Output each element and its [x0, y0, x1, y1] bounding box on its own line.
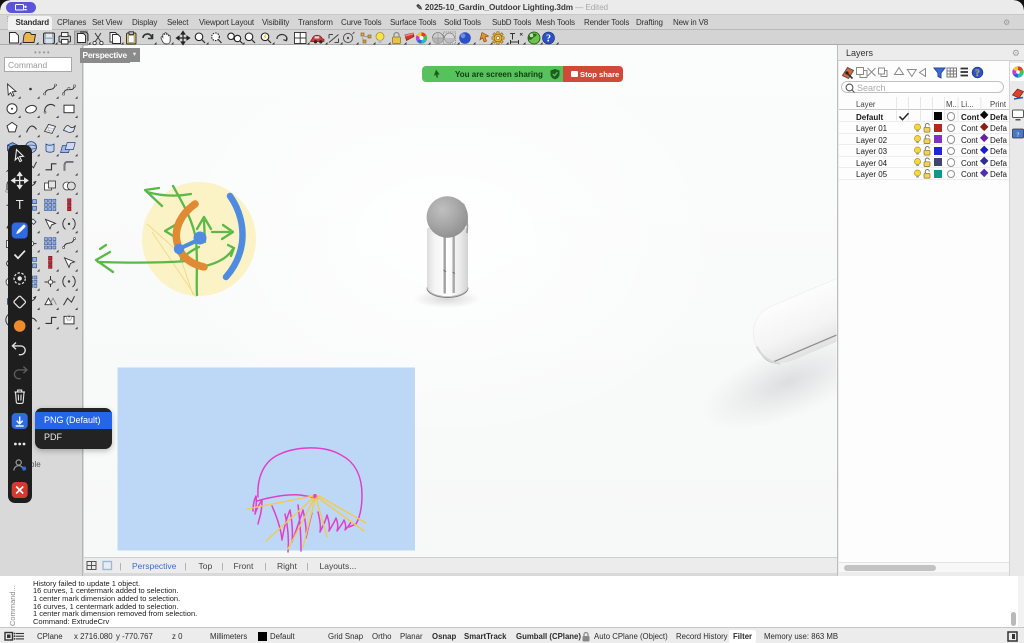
svg-text:?: ?: [1017, 132, 1020, 139]
svg-text:T: T: [16, 197, 24, 212]
svg-text:?: ?: [975, 68, 980, 78]
svg-text:?: ?: [546, 33, 551, 44]
